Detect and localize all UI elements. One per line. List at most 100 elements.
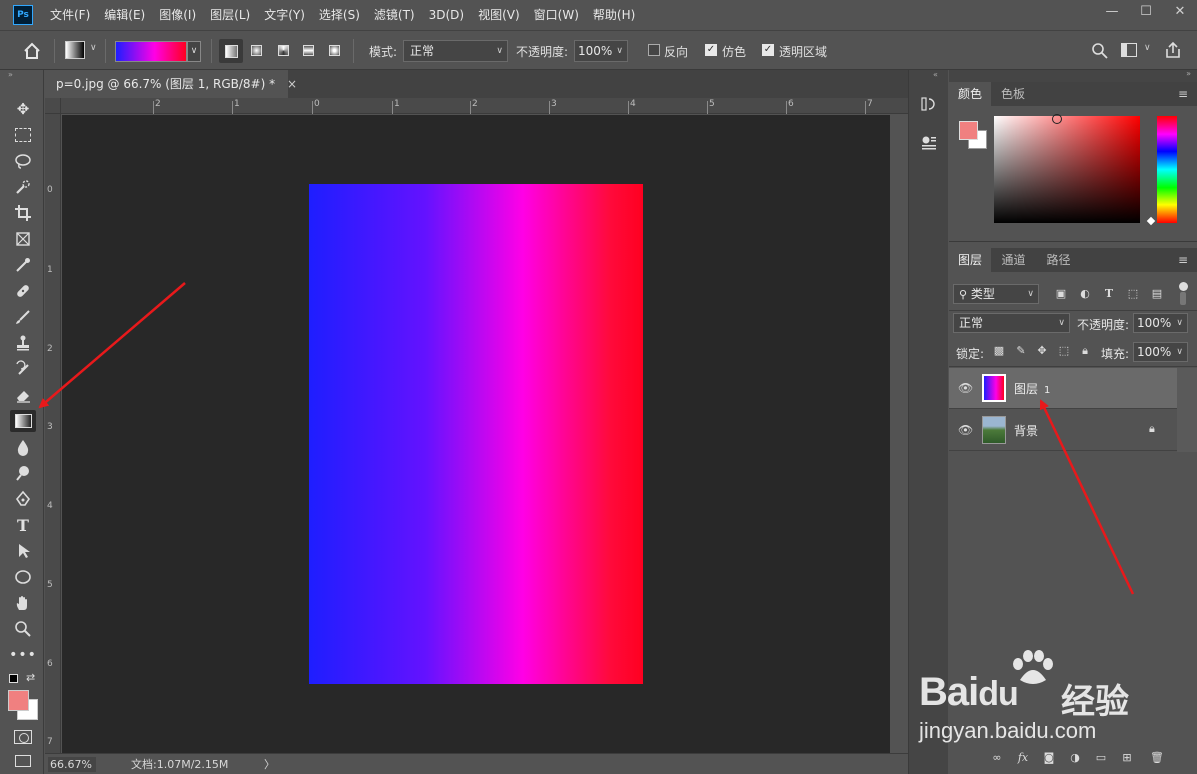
vertical-scrollbar[interactable] xyxy=(890,115,908,753)
reverse-checkbox[interactable] xyxy=(648,44,660,56)
layer-row-background[interactable]: 👁︎ 背景 🔒︎ xyxy=(949,410,1177,451)
menu-help[interactable]: 帮助(H) xyxy=(586,0,642,30)
healing-brush-tool-icon[interactable] xyxy=(10,280,36,302)
menu-3d[interactable]: 3D(D) xyxy=(422,0,471,30)
filter-adjustment-icon[interactable]: ◐ xyxy=(1077,286,1093,302)
home-icon[interactable] xyxy=(20,40,44,62)
menu-filter[interactable]: 滤镜(T) xyxy=(367,0,422,30)
panel-foreground-swatch[interactable] xyxy=(959,121,978,140)
dodge-tool-icon[interactable] xyxy=(10,462,36,484)
minimize-button[interactable]: — xyxy=(1095,0,1129,22)
layer-row-layer1[interactable]: 👁︎ 图层 1 xyxy=(949,368,1177,409)
transparency-checkbox[interactable]: ✓ xyxy=(762,44,774,56)
menu-layer[interactable]: 图层(L) xyxy=(203,0,257,30)
panel-menu-icon[interactable]: ≡ xyxy=(1178,87,1188,101)
document-tab[interactable]: p=0.jpg @ 66.7% (图层 1, RGB/8#) * × xyxy=(45,70,297,98)
foreground-color-swatch[interactable] xyxy=(8,690,29,711)
lock-image-pixels-icon[interactable]: ✎ xyxy=(1013,343,1029,359)
zoom-tool-icon[interactable] xyxy=(10,618,36,640)
hue-slider[interactable] xyxy=(1157,116,1177,223)
properties-panel-icon[interactable] xyxy=(917,131,941,155)
move-tool-icon[interactable]: ✥ xyxy=(10,98,36,120)
status-menu-arrow[interactable]: 〉 xyxy=(264,757,275,772)
history-panel-icon[interactable] xyxy=(917,92,941,116)
tab-color[interactable]: 颜色 xyxy=(949,82,991,106)
swap-colors-icon[interactable]: ⇄ xyxy=(26,671,35,684)
filter-toggle[interactable] xyxy=(1177,282,1189,306)
new-layer-icon[interactable]: ⊞ xyxy=(1119,750,1135,766)
document-canvas-gradient[interactable] xyxy=(309,184,643,684)
menu-edit[interactable]: 编辑(E) xyxy=(97,0,152,30)
color-picker-field[interactable] xyxy=(994,114,1140,223)
link-layers-icon[interactable]: ∞ xyxy=(989,750,1005,766)
mode-select[interactable]: 正常 ∨ xyxy=(403,40,508,62)
chevron-down-icon[interactable]: ∨ xyxy=(1144,43,1151,53)
search-icon[interactable] xyxy=(1091,42,1109,60)
blend-mode-select[interactable]: 正常 ∨ xyxy=(953,313,1070,333)
maximize-button[interactable]: ☐ xyxy=(1129,0,1163,22)
filter-smart-object-icon[interactable]: ▤ xyxy=(1149,286,1165,302)
reflected-gradient-button[interactable] xyxy=(303,45,314,56)
pen-tool-icon[interactable] xyxy=(10,488,36,510)
visibility-eye-icon[interactable]: 👁︎ xyxy=(958,423,973,437)
menu-type[interactable]: 文字(Y) xyxy=(257,0,312,30)
quick-selection-tool-icon[interactable] xyxy=(10,176,36,198)
collapse-icon[interactable]: » xyxy=(1186,69,1191,78)
fill-input[interactable]: 100% ∨ xyxy=(1133,342,1188,362)
tab-paths[interactable]: 路径 xyxy=(1036,248,1081,272)
linear-gradient-button[interactable] xyxy=(219,39,243,63)
ellipse-tool-icon[interactable] xyxy=(10,566,36,588)
gradient-editor-swatch[interactable] xyxy=(115,41,187,62)
brush-tool-icon[interactable] xyxy=(10,306,36,328)
lock-transparent-pixels-icon[interactable]: ▩ xyxy=(991,343,1007,359)
fx-icon[interactable]: fx xyxy=(1015,750,1031,766)
visibility-eye-icon[interactable]: 👁︎ xyxy=(958,381,973,395)
menu-window[interactable]: 窗口(W) xyxy=(527,0,586,30)
diamond-gradient-button[interactable] xyxy=(329,45,340,56)
collapse-icon[interactable]: » xyxy=(8,70,13,79)
layer-name[interactable]: 图层 1 xyxy=(1014,380,1050,397)
lock-all-icon[interactable]: 🔒︎ xyxy=(1077,343,1093,359)
ruler-origin[interactable] xyxy=(45,98,61,114)
delete-layer-icon[interactable]: 🗑︎ xyxy=(1149,750,1165,766)
menu-image[interactable]: 图像(I) xyxy=(152,0,203,30)
filter-pixel-icon[interactable]: ▣ xyxy=(1053,286,1069,302)
add-mask-icon[interactable]: ◙ xyxy=(1041,750,1057,766)
path-selection-tool-icon[interactable] xyxy=(10,540,36,562)
gradient-picker-chevron-icon[interactable]: ∨ xyxy=(187,41,201,62)
lock-artboard-icon[interactable]: ⬚ xyxy=(1056,343,1072,359)
radial-gradient-button[interactable] xyxy=(251,45,262,56)
gradient-tool-icon[interactable] xyxy=(10,410,36,432)
close-tab-icon[interactable]: × xyxy=(287,77,297,91)
more-tools-icon[interactable]: ••• xyxy=(9,644,36,666)
history-brush-tool-icon[interactable] xyxy=(10,358,36,380)
lock-position-icon[interactable]: ✥ xyxy=(1034,343,1050,359)
layer-opacity-input[interactable]: 100% ∨ xyxy=(1133,313,1188,333)
crop-tool-icon[interactable] xyxy=(10,202,36,224)
eraser-tool-icon[interactable] xyxy=(10,384,36,406)
new-group-icon[interactable]: ▭ xyxy=(1093,750,1109,766)
angle-gradient-button[interactable] xyxy=(278,45,289,56)
tab-channels[interactable]: 通道 xyxy=(991,248,1036,272)
hue-slider-handle[interactable] xyxy=(1146,216,1156,226)
frame-tool-icon[interactable] xyxy=(10,228,36,250)
quick-mask-icon[interactable] xyxy=(14,730,32,744)
dither-checkbox[interactable]: ✓ xyxy=(705,44,717,56)
layer-name[interactable]: 背景 xyxy=(1014,422,1038,439)
filter-shape-icon[interactable]: ⬚ xyxy=(1125,286,1141,302)
tab-layers[interactable]: 图层 xyxy=(949,248,991,272)
hand-tool-icon[interactable] xyxy=(10,592,36,614)
layers-scrollbar[interactable] xyxy=(1177,368,1197,452)
menu-file[interactable]: 文件(F) xyxy=(43,0,97,30)
panel-menu-icon[interactable]: ≡ xyxy=(1178,253,1188,267)
opacity-input[interactable]: 100% ∨ xyxy=(574,40,628,62)
gradient-tool-preset-icon[interactable] xyxy=(65,41,85,59)
eyedropper-tool-icon[interactable] xyxy=(10,254,36,276)
tab-swatches[interactable]: 色板 xyxy=(991,82,1035,106)
workspace-icon[interactable] xyxy=(1121,43,1137,57)
screen-mode-icon[interactable] xyxy=(15,755,31,767)
menu-view[interactable]: 视图(V) xyxy=(471,0,527,30)
lasso-tool-icon[interactable] xyxy=(10,150,36,172)
close-button[interactable]: ✕ xyxy=(1163,0,1197,22)
menu-select[interactable]: 选择(S) xyxy=(312,0,367,30)
